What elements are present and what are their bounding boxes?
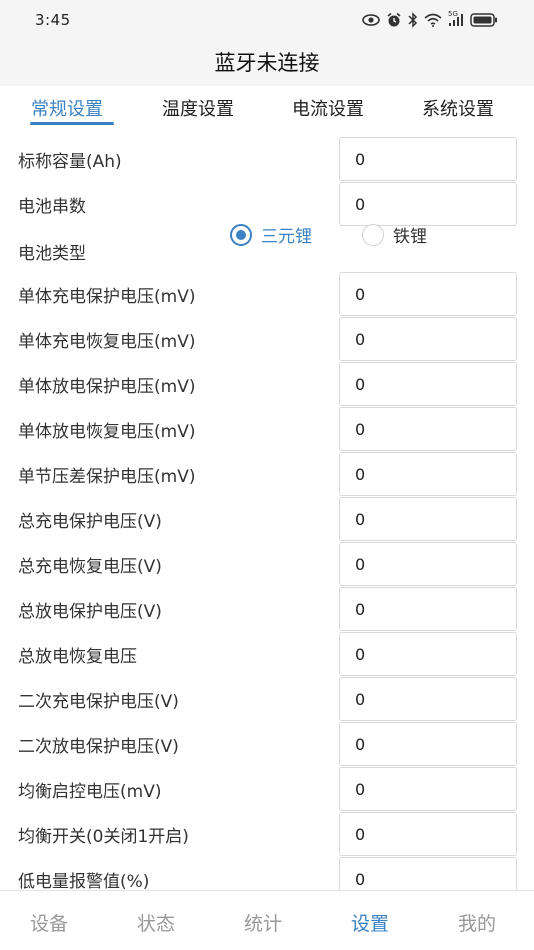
nav-device[interactable]: 设备	[30, 909, 68, 936]
field-label: 总充电恢复电压(V)	[18, 557, 162, 577]
battery-icon	[470, 13, 498, 27]
field-label: 单体放电保护电压(mV)	[18, 377, 196, 397]
alarm-icon	[386, 12, 402, 28]
cell-discharge-recover-input[interactable]	[339, 407, 517, 451]
nav-statistics[interactable]: 统计	[244, 909, 282, 936]
row-nominal-capacity: 标称容量(Ah)	[0, 135, 534, 181]
cell-charge-protect-input[interactable]	[339, 272, 517, 316]
field-label: 均衡开关(0关闭1开启)	[18, 827, 189, 847]
row-total-charge-recover: 总充电恢复电压(V)	[0, 540, 534, 586]
row-total-charge-protect: 总充电保护电压(V)	[0, 495, 534, 541]
radio-ternary-lithium[interactable]: 三元锂	[230, 222, 312, 247]
total-discharge-recover-input[interactable]	[339, 632, 517, 676]
eye-icon	[362, 14, 380, 26]
nav-settings[interactable]: 设置	[351, 909, 389, 936]
row-cell-diff-protect: 单节压差保护电压(mV)	[0, 450, 534, 496]
settings-tabs: 常规设置 温度设置 电流设置 系统设置	[0, 86, 534, 130]
nominal-capacity-input[interactable]	[339, 137, 517, 181]
cell-count-input[interactable]	[339, 182, 517, 226]
total-charge-recover-input[interactable]	[339, 542, 517, 586]
radio-unchecked-icon	[362, 223, 384, 246]
status-icons: 5G	[362, 10, 498, 30]
field-label: 电池类型	[18, 244, 86, 264]
field-label: 低电量报警值(%)	[18, 872, 150, 892]
tab-temperature[interactable]: 温度设置	[162, 95, 234, 121]
row-balance-switch: 均衡开关(0关闭1开启)	[0, 810, 534, 856]
radio-checked-icon	[230, 223, 252, 246]
field-label: 总充电保护电压(V)	[18, 512, 162, 532]
network-label: 5G	[448, 10, 458, 18]
total-discharge-protect-input[interactable]	[339, 587, 517, 631]
row-cell-charge-recover: 单体充电恢复电压(mV)	[0, 315, 534, 361]
app-header: 蓝牙未连接	[0, 38, 534, 86]
secondary-charge-protect-input[interactable]	[339, 677, 517, 721]
tab-current[interactable]: 电流设置	[292, 95, 364, 121]
signal-icon: 5G	[448, 10, 464, 27]
wifi-icon	[424, 13, 442, 27]
row-battery-type: 电池类型 三元锂 铁锂	[0, 223, 534, 272]
status-bar: 3:45 5G	[0, 0, 534, 38]
field-label: 单体放电恢复电压(mV)	[18, 422, 196, 442]
field-label: 二次充电保护电压(V)	[18, 692, 179, 712]
field-label: 单体充电保护电压(mV)	[18, 287, 196, 307]
row-secondary-charge-protect: 二次充电保护电压(V)	[0, 675, 534, 721]
field-label: 总放电恢复电压	[18, 647, 137, 667]
row-cell-charge-protect: 单体充电保护电压(mV)	[0, 270, 534, 316]
tab-general[interactable]: 常规设置	[31, 95, 103, 121]
tab-indicator	[30, 122, 114, 125]
status-time: 3:45	[35, 11, 71, 29]
row-total-discharge-recover: 总放电恢复电压	[0, 630, 534, 676]
field-label: 总放电保护电压(V)	[18, 602, 162, 622]
row-cell-count: 电池串数	[0, 180, 534, 226]
field-label: 二次放电保护电压(V)	[18, 737, 179, 757]
row-secondary-discharge-protect: 二次放电保护电压(V)	[0, 720, 534, 766]
balance-switch-input[interactable]	[339, 812, 517, 856]
field-label: 单节压差保护电压(mV)	[18, 467, 196, 487]
row-balance-start-voltage: 均衡启控电压(mV)	[0, 765, 534, 811]
field-label: 均衡启控电压(mV)	[18, 782, 162, 802]
radio-label: 三元锂	[261, 227, 312, 247]
field-label: 单体充电恢复电压(mV)	[18, 332, 196, 352]
bottom-nav: 设备 状态 统计 设置 我的	[0, 890, 534, 950]
page-title: 蓝牙未连接	[214, 51, 320, 75]
balance-start-voltage-input[interactable]	[339, 767, 517, 811]
cell-diff-protect-input[interactable]	[339, 452, 517, 496]
field-label: 标称容量(Ah)	[18, 152, 122, 172]
radio-label: 铁锂	[393, 227, 427, 247]
row-cell-discharge-protect: 单体放电保护电压(mV)	[0, 360, 534, 406]
row-cell-discharge-recover: 单体放电恢复电压(mV)	[0, 405, 534, 451]
field-label: 电池串数	[18, 197, 86, 217]
radio-iron-lithium[interactable]: 铁锂	[362, 222, 427, 247]
cell-discharge-protect-input[interactable]	[339, 362, 517, 406]
cell-charge-recover-input[interactable]	[339, 317, 517, 361]
row-total-discharge-protect: 总放电保护电压(V)	[0, 585, 534, 631]
nav-status[interactable]: 状态	[137, 909, 175, 936]
bluetooth-icon	[408, 12, 418, 28]
total-charge-protect-input[interactable]	[339, 497, 517, 541]
tab-system[interactable]: 系统设置	[422, 95, 494, 121]
nav-mine[interactable]: 我的	[458, 909, 496, 936]
secondary-discharge-protect-input[interactable]	[339, 722, 517, 766]
